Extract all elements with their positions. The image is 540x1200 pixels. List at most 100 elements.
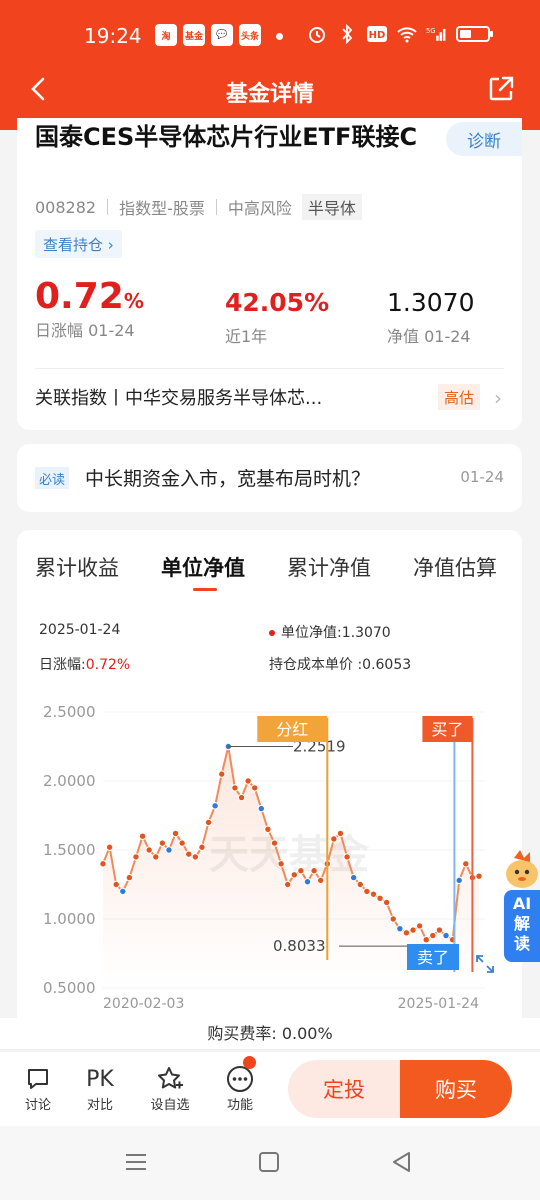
series-point (138, 832, 147, 840)
y-tick-label: 0.5000 (43, 979, 96, 997)
toutiao-app-icon: 头条 (239, 24, 261, 46)
series-point (112, 880, 120, 889)
series-dot-icon (269, 630, 275, 636)
series-point (277, 860, 285, 868)
nav-bar: 基金详情 (0, 66, 540, 114)
series-point (382, 898, 391, 907)
chart-tabs: 累计收益 单位净值 累计净值 净值估算 (17, 552, 522, 592)
series-point (435, 926, 444, 934)
daily-change-value: 0.72 (35, 276, 124, 317)
divider (35, 368, 504, 369)
ai-interpret-label[interactable]: AI 解 读 (504, 890, 540, 962)
nav-value: 1.3070 (387, 288, 475, 317)
series-point (185, 850, 193, 858)
dividend-label: 分红 (276, 720, 308, 739)
back-triangle-icon[interactable] (390, 1150, 412, 1174)
x-tick-label: 2025-01-24 (398, 996, 479, 1010)
series-point (178, 839, 186, 847)
series-point (343, 853, 351, 861)
series-point (165, 846, 173, 854)
auto-invest-button[interactable]: 定投 (288, 1060, 400, 1118)
chart-daily-info: 日涨幅:0.72% (39, 654, 130, 674)
valuation-tag: 高估 (437, 384, 480, 410)
view-holdings-button[interactable]: 查看持仓 › (35, 230, 122, 258)
chart-nav-label: 单位净值:1.3070 (281, 625, 391, 641)
mascot-icon (506, 850, 538, 888)
svg-text:5G: 5G (426, 27, 436, 35)
series-point (310, 867, 318, 875)
diagnose-button[interactable]: 诊断 (446, 122, 522, 156)
fund-meta: 008282 指数型-股票 中高风险 半导体 (35, 194, 362, 220)
series-point (290, 871, 298, 879)
home-icon[interactable] (258, 1150, 280, 1174)
share-icon[interactable] (486, 74, 516, 104)
series-point (297, 867, 305, 875)
menu-icon[interactable] (124, 1150, 148, 1174)
ai-interpret-badge[interactable]: AI 解 读 (504, 844, 540, 964)
tab-unit-nav[interactable]: 单位净值 (161, 552, 245, 582)
functions-button[interactable]: 功能 (215, 1064, 265, 1113)
one-year-stat: 42.05% 近1年 (225, 288, 329, 347)
daily-change-unit: % (123, 289, 144, 313)
daily-change-label: 日涨幅 01-24 (35, 321, 135, 340)
series-point (171, 829, 180, 838)
series-point (376, 894, 384, 903)
series-point (284, 880, 292, 889)
fund-type: 指数型-股票 (119, 199, 205, 218)
series-point (336, 829, 345, 838)
hd-icon: HD (366, 24, 388, 44)
add-watchlist-button[interactable]: 设自选 (145, 1064, 195, 1113)
meta-divider (215, 199, 217, 215)
app-header: 19:24 淘 基金 💬 头条 HD 5G 基金详情 (0, 0, 540, 130)
alarm-icon (306, 24, 328, 44)
one-year-label: 近1年 (225, 327, 268, 346)
nav-line-chart[interactable]: 2.50002.00001.50001.00000.5000天天基金2.2519… (17, 690, 522, 1010)
tab-cumulative-return[interactable]: 累计收益 (35, 552, 119, 582)
news-card[interactable]: 必读 中长期资金入市，宽基布局时机？ 01-24 (17, 444, 522, 512)
status-bar: 19:24 淘 基金 💬 头条 HD 5G (0, 22, 540, 52)
series-point (303, 878, 312, 886)
notification-dot-icon (276, 33, 283, 40)
compare-label: 对比 (86, 1098, 113, 1113)
fund-sector-tag[interactable]: 半导体 (301, 194, 362, 220)
y-tick-label: 1.0000 (43, 910, 96, 928)
expand-icon[interactable] (476, 955, 494, 973)
chart-nav-info: 单位净值:1.3070 (269, 622, 391, 642)
news-date: 01-24 (460, 468, 504, 486)
series-point (429, 931, 437, 940)
buy-label: 买了 (431, 720, 463, 739)
series-point (389, 915, 397, 923)
daily-change-stat: 0.72% 日涨幅 01-24 (35, 276, 144, 341)
tab-nav-estimate[interactable]: 净值估算 (413, 552, 497, 582)
nav-stat: 1.3070 净值 01-24 (387, 288, 474, 347)
series-point (125, 873, 134, 882)
series-point (218, 770, 226, 778)
chevron-right-icon[interactable]: › (494, 386, 502, 410)
must-read-badge: 必读 (35, 467, 70, 489)
fund-risk: 中高风险 (227, 199, 292, 218)
more-circle-icon (215, 1064, 265, 1094)
discuss-button[interactable]: 讨论 (13, 1064, 63, 1113)
x-tick-label: 2020-02-03 (103, 996, 184, 1010)
buy-button[interactable]: 购买 (400, 1060, 512, 1118)
chat-app-icon: 💬 (211, 24, 233, 46)
series-point (402, 929, 411, 937)
tab-cumulative-nav[interactable]: 累计净值 (287, 552, 371, 582)
series-point (231, 784, 239, 792)
related-index-link[interactable]: 关联指数丨中华交易服务半导体芯... (35, 384, 322, 410)
series-point (191, 853, 200, 861)
series-point (152, 853, 160, 861)
series-point (119, 887, 127, 896)
series-point (369, 890, 378, 898)
sell-label: 卖了 (417, 948, 449, 967)
meta-divider (107, 199, 109, 215)
news-headline[interactable]: 中长期资金入市，宽基布局时机？ (85, 464, 370, 491)
compare-button[interactable]: PK 对比 (75, 1064, 125, 1114)
series-point (422, 936, 430, 944)
y-tick-label: 2.0000 (43, 772, 96, 790)
series-point (244, 777, 252, 785)
series-point (330, 835, 338, 843)
fund-name: 国泰CES半导体芯片行业ETF联接C (35, 123, 418, 151)
battery-icon (456, 26, 493, 42)
fund-summary-card: 国泰CES半导体芯片行业ETF联接C 诊断 008282 指数型-股票 中高风险… (17, 118, 522, 430)
